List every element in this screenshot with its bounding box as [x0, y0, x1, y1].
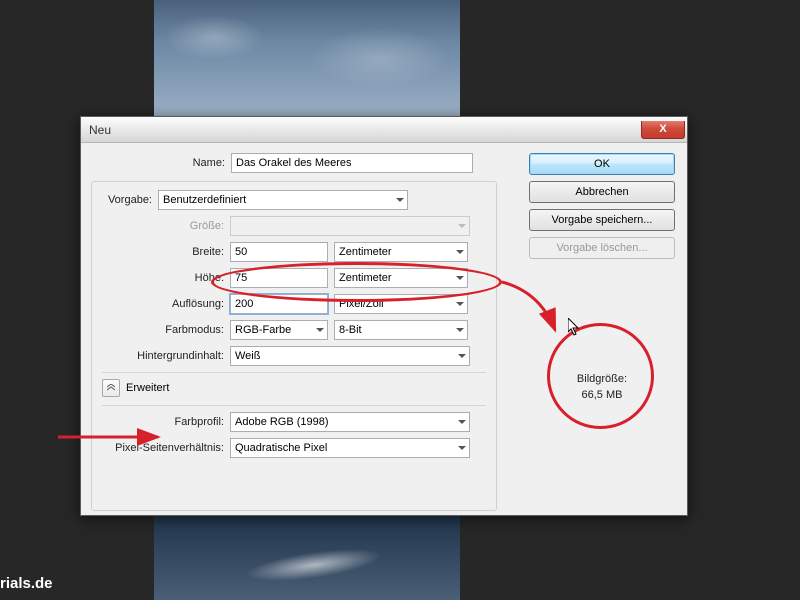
bgcontent-label: Hintergrundinhalt: [92, 350, 230, 362]
chevron-down-icon [452, 243, 467, 261]
width-input[interactable] [230, 242, 328, 262]
colorprofile-select[interactable]: Adobe RGB (1998) [230, 412, 470, 432]
chevron-down-icon [454, 347, 469, 365]
width-unit-value: Zentimeter [339, 246, 392, 258]
name-label: Name: [93, 157, 231, 169]
divider [102, 372, 486, 373]
cancel-button[interactable]: Abbrechen [529, 181, 675, 203]
save-preset-button[interactable]: Vorgabe speichern... [529, 209, 675, 231]
chevron-down-icon [452, 295, 467, 313]
titlebar[interactable]: Neu X [81, 117, 687, 143]
bgcontent-value: Weiß [235, 350, 260, 362]
colormode-value: RGB-Farbe [235, 324, 291, 336]
close-icon: X [659, 123, 666, 135]
preset-select[interactable]: Benutzerdefiniert [158, 190, 408, 210]
par-select[interactable]: Quadratische Pixel [230, 438, 470, 458]
preset-group: Vorgabe: Benutzerdefiniert Größe: Breite… [91, 181, 497, 511]
chevron-down-icon [452, 269, 467, 287]
chevron-down-icon [454, 217, 469, 235]
chevron-down-icon [454, 413, 469, 431]
size-select [230, 216, 470, 236]
size-label: Größe: [92, 220, 230, 232]
height-unit-value: Zentimeter [339, 272, 392, 284]
resolution-unit-value: Pixel/Zoll [339, 298, 384, 310]
resolution-input[interactable] [230, 294, 328, 314]
ok-button[interactable]: OK [529, 153, 675, 175]
height-unit-select[interactable]: Zentimeter [334, 268, 468, 288]
image-size-label: Bildgröße: [529, 373, 675, 385]
bgcontent-select[interactable]: Weiß [230, 346, 470, 366]
width-label: Breite: [92, 246, 230, 258]
mouse-cursor-icon [568, 318, 582, 338]
divider [102, 405, 486, 406]
chevron-down-icon [312, 321, 327, 339]
advanced-expander[interactable]: Erweitert [102, 379, 496, 397]
preset-label: Vorgabe: [92, 194, 158, 206]
par-label: Pixel-Seitenverhältnis: [92, 442, 230, 454]
new-document-dialog: Neu X Name: Vorgabe: Benutzerdefiniert G… [80, 116, 688, 516]
width-unit-select[interactable]: Zentimeter [334, 242, 468, 262]
dialog-button-column: OK Abbrechen Vorgabe speichern... Vorgab… [529, 153, 675, 259]
colorprofile-label: Farbprofil: [92, 416, 230, 428]
name-input[interactable] [231, 153, 473, 173]
bitdepth-value: 8-Bit [339, 324, 362, 336]
resolution-label: Auflösung: [92, 298, 230, 310]
preset-value: Benutzerdefiniert [163, 194, 246, 206]
close-button[interactable]: X [641, 121, 685, 139]
height-label: Höhe: [92, 272, 230, 284]
colorprofile-value: Adobe RGB (1998) [235, 416, 329, 428]
chevron-down-icon [452, 321, 467, 339]
colormode-label: Farbmodus: [92, 324, 230, 336]
colormode-select[interactable]: RGB-Farbe [230, 320, 328, 340]
bitdepth-select[interactable]: 8-Bit [334, 320, 468, 340]
dialog-title: Neu [89, 123, 111, 137]
advanced-label: Erweitert [126, 382, 169, 394]
height-input[interactable] [230, 268, 328, 288]
image-size-info: Bildgröße: 66,5 MB [529, 373, 675, 405]
chevron-down-icon [454, 439, 469, 457]
image-size-value: 66,5 MB [529, 389, 675, 401]
chevron-down-icon [392, 191, 407, 209]
resolution-unit-select[interactable]: Pixel/Zoll [334, 294, 468, 314]
chevron-up-icon[interactable] [102, 379, 120, 397]
delete-preset-button: Vorgabe löschen... [529, 237, 675, 259]
par-value: Quadratische Pixel [235, 442, 327, 454]
watermark-text: rials.de [0, 575, 53, 592]
